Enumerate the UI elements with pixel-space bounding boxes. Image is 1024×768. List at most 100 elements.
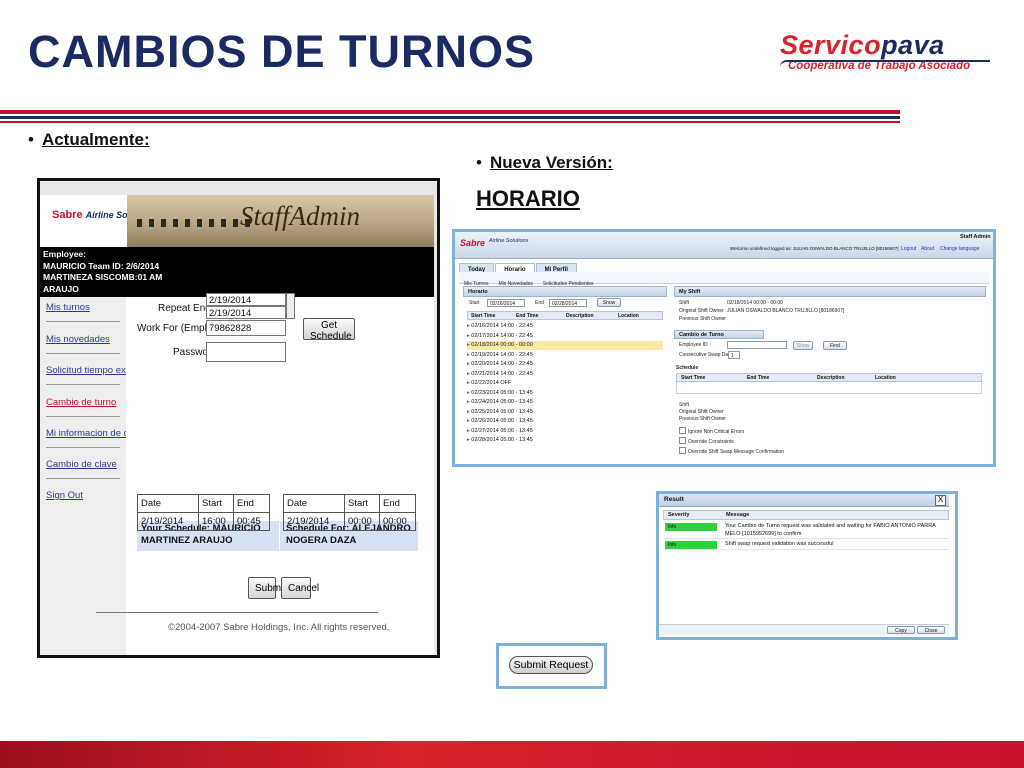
submit-button[interactable]: Submit [248, 577, 286, 599]
footer-divider [96, 612, 378, 613]
table-cell: 2/19/2014 [137, 512, 199, 531]
submit-request-button[interactable]: Submit Request [509, 656, 593, 674]
original-owner-label: Original Shift Owner [679, 308, 724, 314]
previous-owner-label: Previous Shift Owner [679, 316, 726, 322]
cancel-button[interactable]: Cancel [281, 577, 319, 599]
find-button[interactable]: Find [823, 341, 847, 350]
start-date-field[interactable]: 02/16/2014 [487, 299, 525, 307]
new-sabre-screenshot: Sabre Airline Solutions Staff Admin Welc… [452, 229, 996, 467]
checkbox[interactable] [679, 447, 686, 454]
header-stripe-red-thin [0, 121, 900, 123]
shift-row[interactable]: ▸ 02/17/2014 14:00 - 22:45 [467, 332, 663, 341]
cambio-de-turno-title: Cambio de Turno [674, 330, 764, 339]
show-button[interactable]: Show [597, 298, 621, 307]
old-sidebar: Mis turnos Mis novedades Solicitud tiemp… [40, 297, 160, 655]
result-message: Shift swap request validation was succes… [725, 541, 834, 547]
employee-info-line: ARAUJO [43, 283, 79, 294]
repeat-end-date-field-2[interactable]: 2/19/2014 [206, 306, 286, 319]
submit-request-frame: Submit Request [496, 643, 607, 689]
check-override-swap-confirmation[interactable]: Override Shift Swap Message Confirmation [679, 447, 784, 455]
date-scroll-arrows[interactable] [286, 293, 295, 319]
menu-mis-novedades[interactable]: Mis novedades [46, 334, 110, 345]
sabre-brand: Sabre [52, 209, 83, 221]
horario-grid-header: Start Time End Time Description Location [467, 311, 663, 320]
employee-id-label: Employee ID [679, 342, 708, 348]
menu-cambio-de-turno[interactable]: Cambio de turno [46, 397, 116, 408]
checkbox[interactable] [679, 437, 686, 444]
result-grid-header: Severity Message [663, 510, 949, 520]
checkbox[interactable] [679, 427, 686, 434]
shift-row-text: 02/28/2014 05:00 - 13:45 [471, 437, 533, 443]
staffadmin-title: StaffAdmin [240, 201, 360, 231]
bullet-current-text: Actualmente: [41, 130, 150, 149]
logout-link[interactable]: Logout [901, 246, 916, 252]
shift-row[interactable]: ▸ 02/21/2014 14:00 - 22:45 [467, 370, 663, 379]
check-override-constraints[interactable]: Override Constraints [679, 437, 734, 445]
result-title: Result [664, 496, 684, 503]
shift-row[interactable]: ▸ 02/25/2014 05:00 - 13:45 [467, 408, 663, 417]
shift-row[interactable]: ▸ 02/28/2014 05:00 - 13:45 [467, 436, 663, 445]
shift-row[interactable]: ▸ 02/20/2014 14:00 - 22:45 [467, 360, 663, 369]
logo-swoosh [780, 60, 990, 67]
column-header: Start [198, 494, 234, 513]
footer-bar [0, 741, 1024, 768]
shift-row-text: 02/19/2014 14:00 - 22:45 [471, 351, 533, 358]
shift-value: 02/18/2014 00:00 - 00:00 [727, 300, 783, 306]
change-language-link[interactable]: Change language [940, 246, 979, 252]
get-schedule-button[interactable]: Get Schedule [303, 318, 355, 342]
menu-solicitud-tiempo-extra[interactable]: Solicitud tiempo extra [46, 365, 137, 376]
check-ignore-non-critical[interactable]: Ignore Non Critical Errors [679, 427, 744, 435]
shift-row-text: 02/17/2014 14:00 - 22:45 [471, 332, 533, 339]
bullet-new-text: Nueva Versión: [489, 153, 613, 172]
shift-row-text: 02/27/2014 05:00 - 13:45 [471, 427, 533, 434]
shift-row-text: 02/25/2014 05:00 - 13:45 [471, 408, 533, 415]
bullet-new: • Nueva Versión: [476, 153, 613, 172]
copy-button[interactable]: Copy [887, 626, 915, 634]
shift-row-text: 02/18/2014 00:00 - 00:00 [471, 342, 533, 348]
new-app-header: Sabre Airline Solutions Staff Admin Welc… [455, 232, 993, 259]
close-button[interactable]: Close [917, 626, 945, 634]
column-header: Description [817, 375, 845, 381]
employee-show-button[interactable]: Show [793, 341, 813, 350]
column-header: Start Time [681, 375, 706, 381]
menu-sign-out[interactable]: Sign Out [46, 490, 83, 501]
result-row: Info Your Cambio de Turno request was va… [663, 521, 949, 539]
employee-id-field[interactable] [727, 341, 787, 349]
table-header-row: Date Start End [283, 494, 416, 513]
shift-row[interactable]: ▸ 02/16/2014 14:00 - 22:45 [467, 322, 663, 331]
shift-row[interactable]: ▸ 02/26/2014 05:00 - 13:45 [467, 417, 663, 426]
end-date-field[interactable]: 02/28/2014 [549, 299, 587, 307]
result-button-bar: Copy Close [659, 624, 949, 635]
header-stripe-blue [0, 116, 900, 119]
column-header: End Time [516, 313, 539, 319]
main-tabs: Today Horario Mi Perfil [459, 258, 578, 277]
shift-row[interactable]: ▸ 02/23/2014 05:00 - 13:45 [467, 389, 663, 398]
menu-mis-turnos[interactable]: Mis turnos [46, 302, 90, 313]
shift-row-text: 02/21/2014 14:00 - 22:45 [471, 370, 533, 377]
about-link[interactable]: About [921, 246, 934, 252]
result-row: Info Shift swap request validation was s… [663, 539, 949, 550]
shift-row[interactable]: ▸ 02/27/2014 05:00 - 13:45 [467, 427, 663, 436]
work-for-employee-id-field[interactable]: 79862828 [206, 320, 286, 336]
employee-info-line: MAURICIO Team ID: 2/6/2014 [43, 260, 160, 271]
my-shift-pane-title: My Shift [674, 286, 986, 297]
column-header: Location [618, 313, 639, 319]
shift-row[interactable]: ▸ 02/19/2014 14:00 - 22:45 [467, 351, 663, 360]
shift-row[interactable]: ▸ 02/22/2014 OFF [467, 379, 663, 388]
shift-label: Shift [679, 300, 690, 306]
password-field[interactable] [206, 342, 286, 362]
checkbox-label: Override Constraints [688, 439, 734, 445]
checkbox-label: Override Shift Swap Message Confirmation [688, 449, 784, 455]
shift-row-text: 02/26/2014 05:00 - 13:45 [471, 418, 533, 424]
column-header: Description [566, 313, 594, 319]
severity-badge: Info [665, 523, 717, 531]
close-icon[interactable]: X [935, 495, 946, 506]
menu-cambio-de-clave[interactable]: Cambio de clave [46, 459, 117, 470]
original-owner-label-2: Original Shift Owner [679, 409, 724, 415]
repeat-end-date-field[interactable]: 2/19/2014 [206, 293, 286, 306]
shift-row[interactable]: ▸ 02/18/2014 00:00 - 00:00 [467, 341, 663, 350]
shift-row[interactable]: ▸ 02/24/2014 05:00 - 13:45 [467, 398, 663, 407]
severity-badge: Info [665, 541, 717, 549]
consecutive-swap-days-field[interactable]: 1 [728, 351, 740, 359]
result-dialog: Result X Severity Message Info Your Camb… [656, 491, 958, 640]
